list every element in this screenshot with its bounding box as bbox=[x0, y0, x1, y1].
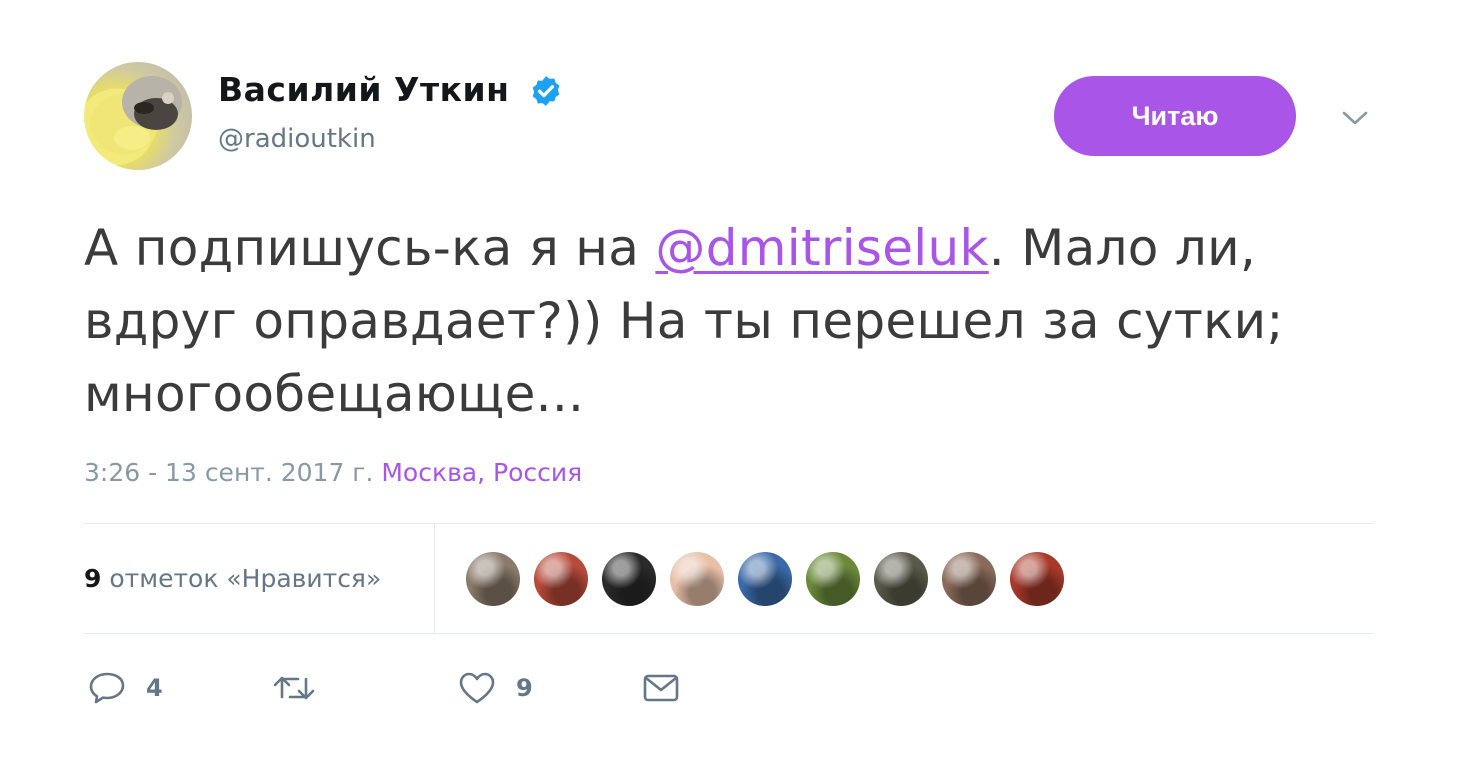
tweet-text-start: А подпишусь-ка я на bbox=[84, 219, 656, 277]
tweet-timestamp[interactable]: 3:26 - 13 сент. 2017 г. bbox=[84, 458, 373, 487]
following-button[interactable]: Читаю bbox=[1054, 76, 1296, 156]
tweet-location[interactable]: Москва, Россия bbox=[381, 458, 582, 487]
like-count: 9 bbox=[516, 674, 533, 702]
liker-avatar[interactable] bbox=[670, 552, 724, 606]
avatar-image bbox=[90, 76, 182, 154]
verified-badge-icon bbox=[532, 76, 560, 106]
reply-count: 4 bbox=[146, 674, 163, 702]
user-handle[interactable]: @radioutkin bbox=[218, 124, 376, 154]
liker-avatar[interactable] bbox=[942, 552, 996, 606]
likers-list bbox=[466, 552, 1064, 606]
retweet-button[interactable] bbox=[272, 668, 336, 708]
divider-top bbox=[84, 523, 1374, 524]
mention-link[interactable]: @dmitriseluk bbox=[655, 219, 988, 277]
reply-icon bbox=[89, 672, 125, 704]
reply-button[interactable]: 4 bbox=[88, 668, 163, 708]
liker-avatar[interactable] bbox=[602, 552, 656, 606]
tweet-text: А подпишусь-ка я на @dmitriseluk. Мало л… bbox=[84, 212, 1384, 431]
divider-bottom bbox=[84, 633, 1374, 634]
liker-avatar[interactable] bbox=[466, 552, 520, 606]
direct-message-button[interactable] bbox=[642, 668, 680, 708]
likes-summary[interactable]: 9 отметок «Нравится» bbox=[84, 564, 381, 593]
liker-avatar[interactable] bbox=[738, 552, 792, 606]
avatar[interactable] bbox=[84, 62, 192, 170]
stats-divider bbox=[434, 524, 435, 634]
likes-count: 9 bbox=[84, 564, 102, 593]
user-name[interactable]: Василий Уткин bbox=[218, 70, 509, 109]
chevron-down-icon[interactable] bbox=[1340, 106, 1370, 130]
tweet-meta: 3:26 - 13 сент. 2017 г. Москва, Россия bbox=[84, 458, 582, 487]
liker-avatar[interactable] bbox=[1010, 552, 1064, 606]
like-button[interactable]: 9 bbox=[458, 668, 533, 708]
likes-label: отметок «Нравится» bbox=[109, 564, 382, 593]
liker-avatar[interactable] bbox=[806, 552, 860, 606]
retweet-icon bbox=[273, 676, 315, 700]
liker-avatar[interactable] bbox=[534, 552, 588, 606]
liker-avatar[interactable] bbox=[874, 552, 928, 606]
heart-icon bbox=[459, 672, 495, 704]
envelope-icon bbox=[643, 674, 679, 702]
